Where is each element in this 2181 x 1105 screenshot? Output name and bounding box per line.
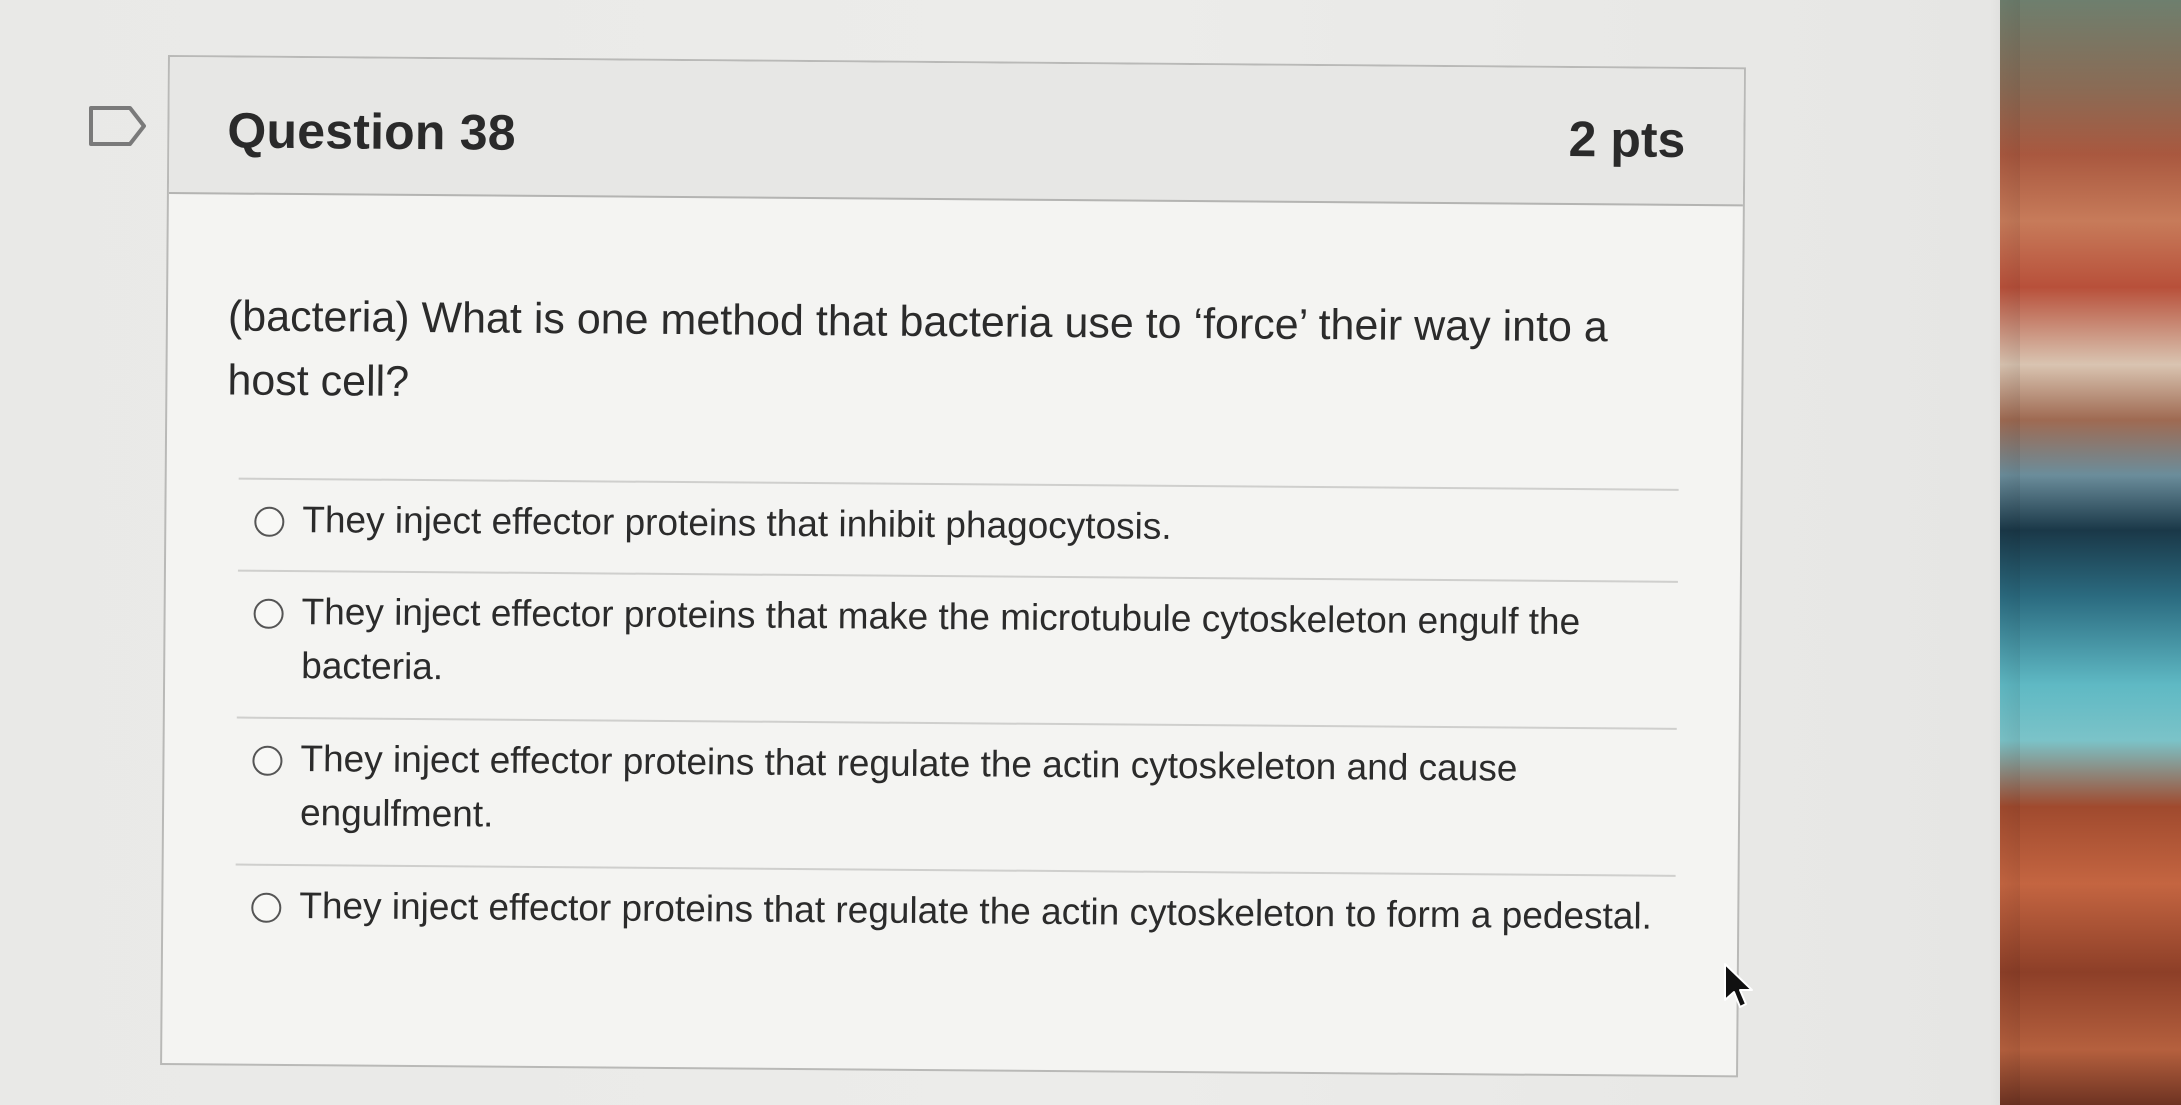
question-text: (bacteria) What is one method that bacte… xyxy=(227,292,1608,406)
question-card: Question 38 2 pts (bacteria) What is one… xyxy=(160,55,1746,1078)
answer-label: They inject effector proteins that regul… xyxy=(299,738,1518,835)
answers-top-divider xyxy=(238,477,1679,491)
radio-button[interactable] xyxy=(251,892,282,923)
answer-divider xyxy=(236,716,1677,730)
answer-option[interactable]: They inject effector proteins that regul… xyxy=(251,879,1671,944)
question-points: 2 pts xyxy=(1568,111,1686,168)
radio-button[interactable] xyxy=(252,745,283,776)
answer-option[interactable]: They inject effector proteins that make … xyxy=(253,585,1674,704)
question-title: Question 38 xyxy=(227,102,517,161)
answer-label: They inject effector proteins that regul… xyxy=(299,885,1653,937)
answer-option[interactable]: They inject effector proteins that inhib… xyxy=(254,493,1674,558)
answer-divider xyxy=(237,569,1678,583)
answer-divider xyxy=(235,863,1676,877)
answer-label: They inject effector proteins that make … xyxy=(301,591,1581,688)
desktop-wallpaper xyxy=(2000,0,2181,1105)
radio-button[interactable] xyxy=(253,598,284,629)
mouse-pointer-icon xyxy=(1724,963,1753,1008)
monitor-edge-shadow xyxy=(1990,0,2020,1105)
question-header: Question 38 2 pts xyxy=(168,57,1744,207)
answer-option[interactable]: They inject effector proteins that regul… xyxy=(252,732,1673,851)
flag-question-icon[interactable] xyxy=(88,105,148,147)
radio-button[interactable] xyxy=(254,506,285,537)
answer-label: They inject effector proteins that inhib… xyxy=(302,499,1172,547)
